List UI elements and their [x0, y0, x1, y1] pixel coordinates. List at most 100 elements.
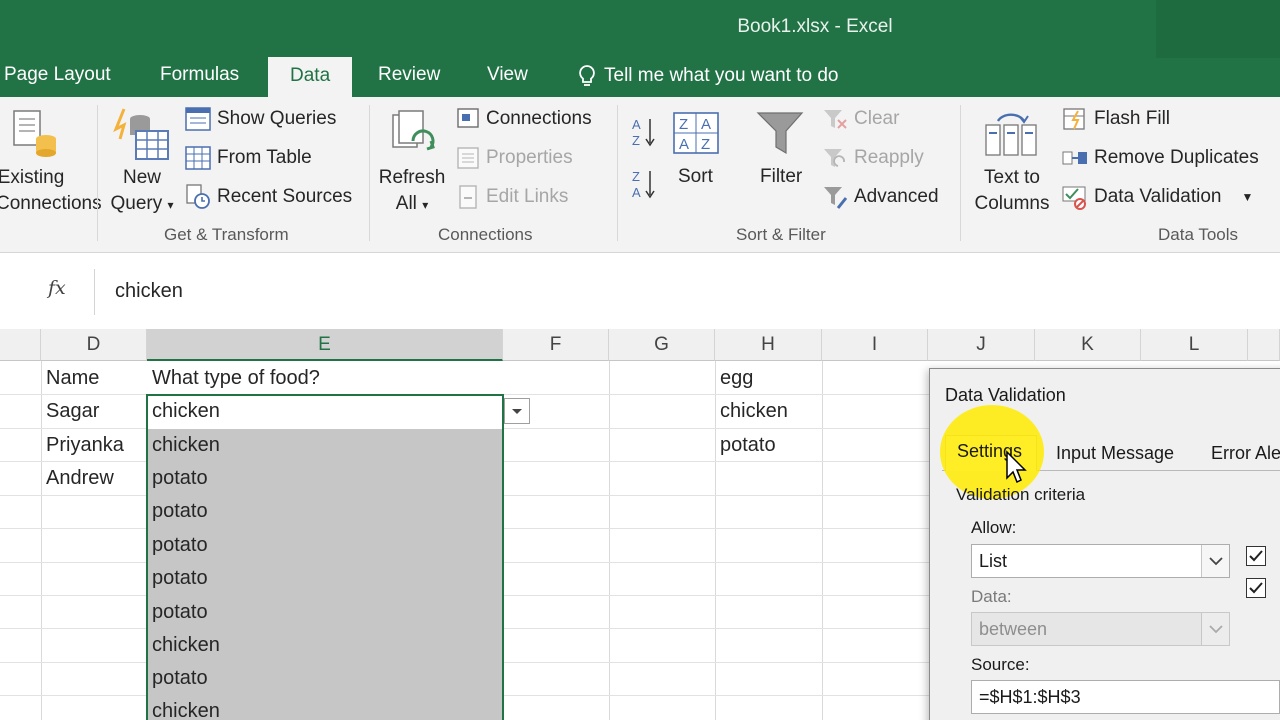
- separator: [617, 105, 618, 241]
- tab-data[interactable]: Data: [268, 57, 353, 97]
- cell-e7[interactable]: potato: [147, 562, 208, 595]
- column-header-k[interactable]: K: [1035, 329, 1141, 361]
- cell-d4[interactable]: Andrew: [41, 462, 114, 495]
- existing-connections-line1: Existing: [0, 167, 65, 188]
- allow-label: Allow:: [971, 518, 1017, 537]
- properties-icon: [457, 147, 479, 169]
- tab-formulas[interactable]: Formulas: [160, 64, 239, 86]
- column-header-c-partial: [0, 329, 41, 361]
- text-to-columns-button[interactable]: Text to Columns: [966, 165, 1058, 217]
- from-table-button[interactable]: From Table: [185, 146, 312, 170]
- cell-e2[interactable]: chicken: [147, 395, 220, 428]
- in-cell-dropdown-checkbox[interactable]: [1246, 578, 1266, 598]
- get-transform-group-label: Get & Transform: [164, 225, 289, 244]
- cell-e8[interactable]: potato: [147, 596, 208, 629]
- tab-error-alert[interactable]: Error Ale: [1211, 443, 1280, 464]
- fx-icon[interactable]: fx: [48, 277, 66, 299]
- column-header-l[interactable]: L: [1141, 329, 1248, 361]
- data-select[interactable]: between: [971, 612, 1230, 646]
- clear-filter-button[interactable]: Clear: [822, 107, 899, 131]
- cell-d2[interactable]: Sagar: [41, 395, 99, 428]
- column-header-m-partial: [1248, 329, 1280, 361]
- refresh-all-line2: All ▾: [395, 193, 429, 214]
- cell-h3[interactable]: potato: [715, 429, 776, 462]
- column-header-g[interactable]: G: [609, 329, 715, 361]
- column-header-h[interactable]: H: [715, 329, 822, 361]
- validation-criteria-label: Validation criteria: [956, 485, 1086, 504]
- cell-d1[interactable]: Name: [41, 362, 99, 395]
- formula-input[interactable]: chicken: [94, 269, 1280, 315]
- svg-text:Z: Z: [679, 116, 688, 133]
- sort-z-to-a-button[interactable]: ZA: [630, 167, 658, 207]
- cell-e9[interactable]: chicken: [147, 629, 220, 662]
- refresh-all-button[interactable]: Refresh All ▾: [376, 165, 448, 218]
- chevron-down-icon[interactable]: ▼: [1241, 190, 1253, 204]
- svg-text:A: A: [679, 136, 689, 153]
- excel-window: Book1.xlsx - Excel Page Layout Formulas …: [0, 0, 1280, 720]
- reapply-button[interactable]: Reapply: [822, 146, 924, 170]
- mouse-pointer-icon: [1006, 450, 1027, 484]
- column-header-e[interactable]: E: [147, 329, 503, 361]
- data-label: Data:: [971, 587, 1012, 606]
- window-title: Book1.xlsx - Excel: [737, 16, 893, 37]
- ribbon: Existing Connections New Query ▾ Show Qu…: [0, 97, 1280, 253]
- refresh-all-icon: [389, 107, 439, 167]
- cell-d3[interactable]: Priyanka: [41, 429, 124, 462]
- column-header-i[interactable]: I: [822, 329, 928, 361]
- cell-e3[interactable]: chicken: [147, 429, 220, 462]
- source-input[interactable]: =$H$1:$H$3: [971, 680, 1280, 714]
- cell-e11[interactable]: chicken: [147, 695, 220, 720]
- allow-select[interactable]: List: [971, 544, 1230, 578]
- connections-label: Connections: [486, 108, 592, 129]
- new-query-line1: New: [122, 167, 161, 188]
- filter-button[interactable]: Filter: [760, 166, 802, 188]
- recent-sources-button[interactable]: Recent Sources: [185, 184, 352, 210]
- recent-sources-icon: [186, 184, 210, 209]
- dropdown-arrow-icon: [512, 409, 522, 414]
- properties-button[interactable]: Properties: [456, 146, 573, 170]
- tab-page-layout[interactable]: Page Layout: [4, 64, 111, 86]
- data-validation-label: Data Validation: [1094, 186, 1222, 207]
- cell-e4[interactable]: potato: [147, 462, 208, 495]
- clear-label: Clear: [854, 108, 900, 129]
- cell-h2[interactable]: chicken: [715, 395, 788, 428]
- cell-e10[interactable]: potato: [147, 662, 208, 695]
- remove-duplicates-button[interactable]: Remove Duplicates: [1062, 146, 1259, 170]
- sort-button[interactable]: Sort: [678, 166, 713, 188]
- cell-h1[interactable]: egg: [715, 362, 753, 395]
- data-validation-button[interactable]: Data Validation ▼: [1062, 184, 1253, 210]
- cell-e1[interactable]: What type of food?: [147, 362, 320, 395]
- advanced-filter-button[interactable]: Advanced: [822, 184, 939, 210]
- edit-links-button[interactable]: Edit Links: [456, 184, 568, 210]
- column-header-f[interactable]: F: [503, 329, 609, 361]
- tell-me-box[interactable]: Tell me what you want to do: [578, 64, 838, 88]
- cell-e5[interactable]: potato: [147, 495, 208, 528]
- column-header-j[interactable]: J: [928, 329, 1035, 361]
- new-query-icon: [112, 105, 170, 167]
- separator: [97, 105, 98, 241]
- cell-dropdown-button[interactable]: [504, 398, 530, 424]
- text-to-columns-line2: Columns: [974, 193, 1050, 214]
- tab-view[interactable]: View: [487, 64, 528, 86]
- formula-bar: fx chicken: [0, 253, 1280, 329]
- existing-connections-icon: [10, 107, 60, 167]
- ignore-blank-checkbox[interactable]: [1246, 546, 1266, 566]
- tab-review[interactable]: Review: [378, 64, 440, 86]
- text-to-columns-line1: Text to: [984, 167, 1040, 188]
- existing-connections-button[interactable]: Existing Connections: [0, 165, 102, 217]
- existing-connections-line2: Connections: [0, 193, 102, 214]
- cell-e6[interactable]: potato: [147, 529, 208, 562]
- flash-fill-button[interactable]: Flash Fill: [1062, 107, 1170, 131]
- svg-text:A: A: [632, 185, 641, 200]
- sort-a-to-z-button[interactable]: AZ: [630, 115, 658, 155]
- column-header-d[interactable]: D: [41, 329, 147, 361]
- show-queries-button[interactable]: Show Queries: [185, 107, 336, 131]
- svg-text:A: A: [632, 117, 641, 132]
- connections-button[interactable]: Connections: [456, 107, 592, 131]
- svg-text:A: A: [701, 116, 711, 133]
- new-query-button[interactable]: New Query ▾: [104, 165, 180, 218]
- tab-input-message[interactable]: Input Message: [1056, 443, 1174, 464]
- filter-icon: [756, 109, 806, 165]
- svg-text:Z: Z: [632, 169, 640, 184]
- grid-line: [609, 361, 610, 720]
